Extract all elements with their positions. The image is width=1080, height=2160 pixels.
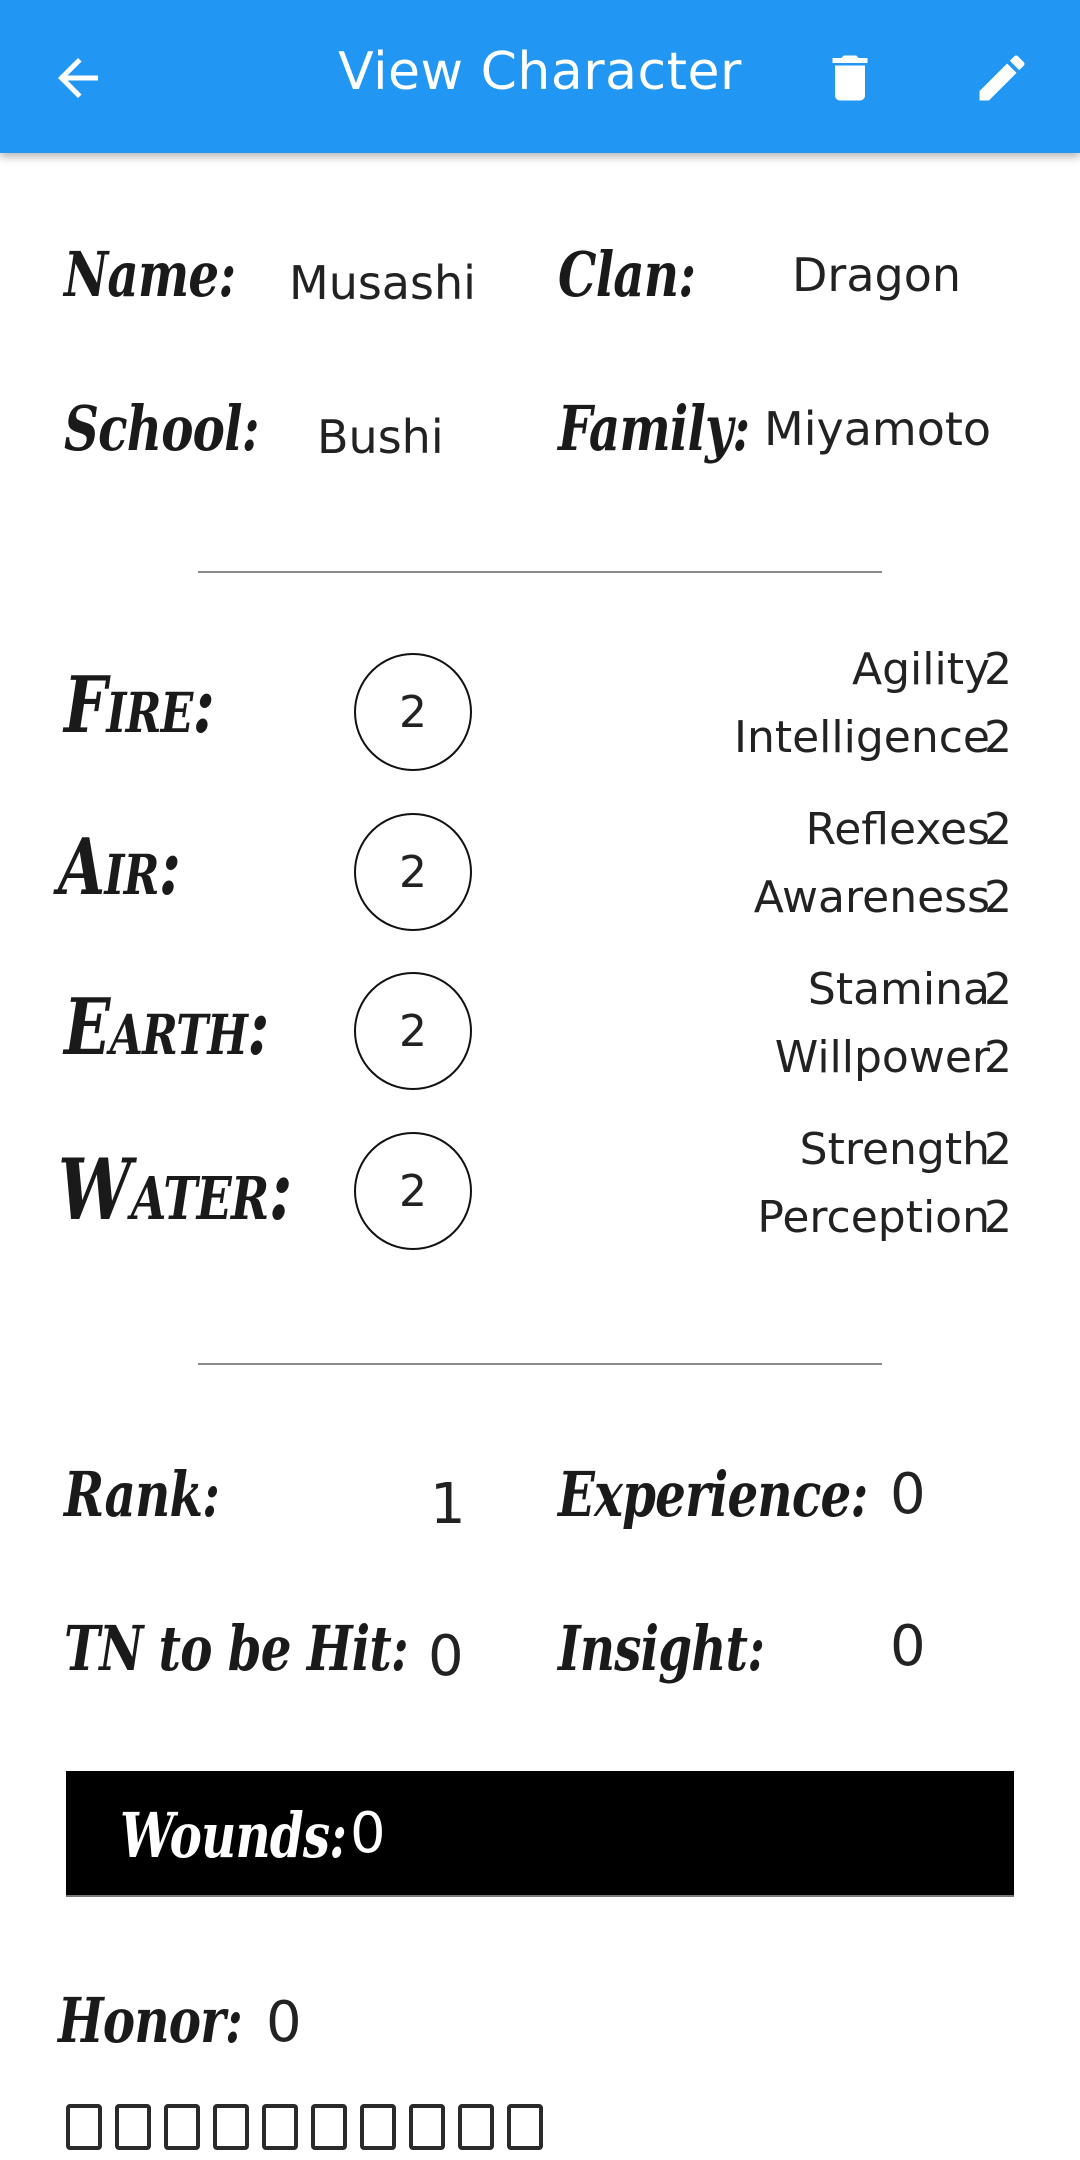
- trait-name: Agility: [852, 644, 990, 695]
- honor-value: 0: [266, 1990, 302, 2055]
- insight-value: 0: [890, 1614, 926, 1679]
- honor-checkbox[interactable]: [262, 2104, 298, 2150]
- insight-label: Insight:: [558, 1612, 765, 1685]
- clan-field: Clan:: [558, 238, 734, 311]
- honor-checkbox[interactable]: [311, 2104, 347, 2150]
- honor-checkboxes: [66, 2104, 543, 2150]
- pencil-icon: [979, 55, 1025, 101]
- clan-label: Clan:: [558, 238, 696, 311]
- name-field: Name:: [64, 238, 284, 311]
- honor-checkbox[interactable]: [507, 2104, 543, 2150]
- trash-icon: [832, 55, 868, 101]
- trait-name: Awareness: [753, 872, 990, 923]
- honor-field: Honor:: [58, 1984, 294, 2057]
- trait-name: Stamina: [807, 964, 990, 1015]
- honor-checkbox[interactable]: [115, 2104, 151, 2150]
- honor-checkbox[interactable]: [458, 2104, 494, 2150]
- honor-checkbox[interactable]: [164, 2104, 200, 2150]
- ring-label: Fire:: [64, 660, 215, 751]
- experience-label: Experience:: [558, 1458, 868, 1531]
- ring-value-air[interactable]: 2: [354, 813, 472, 931]
- trait-value: 2: [984, 1124, 1012, 1175]
- trait-name: Perception: [757, 1192, 990, 1243]
- trait-name: Intelligence: [733, 712, 990, 763]
- honor-checkbox[interactable]: [360, 2104, 396, 2150]
- school-field: School:: [64, 392, 314, 465]
- ring-value-water[interactable]: 2: [354, 1132, 472, 1250]
- tn-label: TN to be Hit:: [64, 1612, 409, 1685]
- name-value: Musashi: [289, 256, 476, 310]
- trait-value: 2: [984, 644, 1012, 695]
- ring-label: Air:: [58, 822, 181, 913]
- ring-water: Water:: [58, 1140, 358, 1239]
- ring-earth: Earth:: [64, 982, 327, 1073]
- trait-value: 2: [984, 964, 1012, 1015]
- experience-value: 0: [890, 1462, 926, 1527]
- wounds-bar[interactable]: Wounds: 0: [66, 1771, 1014, 1897]
- honor-checkbox[interactable]: [409, 2104, 445, 2150]
- delete-button[interactable]: [820, 48, 880, 108]
- wounds-value: 0: [350, 1801, 386, 1866]
- trait-value: 2: [984, 804, 1012, 855]
- trait-name: Strength: [799, 1124, 990, 1175]
- trait-value: 2: [984, 872, 1012, 923]
- page-title: View Character: [338, 42, 742, 102]
- ring-value-earth[interactable]: 2: [354, 972, 472, 1090]
- family-value: Miyamoto: [764, 402, 992, 456]
- divider: [198, 1363, 882, 1365]
- trait-name: Reflexes: [805, 804, 990, 855]
- wounds-label: Wounds:: [120, 1799, 347, 1872]
- honor-checkbox[interactable]: [213, 2104, 249, 2150]
- honor-label: Honor:: [58, 1984, 243, 2057]
- insight-field: Insight:: [558, 1612, 823, 1685]
- ring-air: Air:: [58, 822, 215, 913]
- family-label: Family:: [558, 392, 750, 465]
- edit-button[interactable]: [972, 48, 1032, 108]
- ring-label: Water:: [58, 1140, 293, 1239]
- name-label: Name:: [64, 238, 236, 311]
- trait-value: 2: [984, 712, 1012, 763]
- ring-label: Earth:: [64, 982, 270, 1073]
- school-value: Bushi: [317, 410, 444, 464]
- school-label: School:: [64, 392, 260, 465]
- app-bar: View Character: [0, 0, 1080, 153]
- rank-label: Rank:: [64, 1458, 220, 1531]
- ring-fire: Fire:: [64, 660, 257, 751]
- trait-name: Willpower: [774, 1032, 990, 1083]
- rank-field: Rank:: [64, 1458, 263, 1531]
- rank-value: 1: [430, 1472, 466, 1537]
- honor-checkbox[interactable]: [66, 2104, 102, 2150]
- tn-value: 0: [428, 1624, 464, 1689]
- divider: [198, 571, 882, 573]
- trait-value: 2: [984, 1032, 1012, 1083]
- clan-value: Dragon: [792, 248, 962, 302]
- ring-value-fire[interactable]: 2: [354, 653, 472, 771]
- trait-value: 2: [984, 1192, 1012, 1243]
